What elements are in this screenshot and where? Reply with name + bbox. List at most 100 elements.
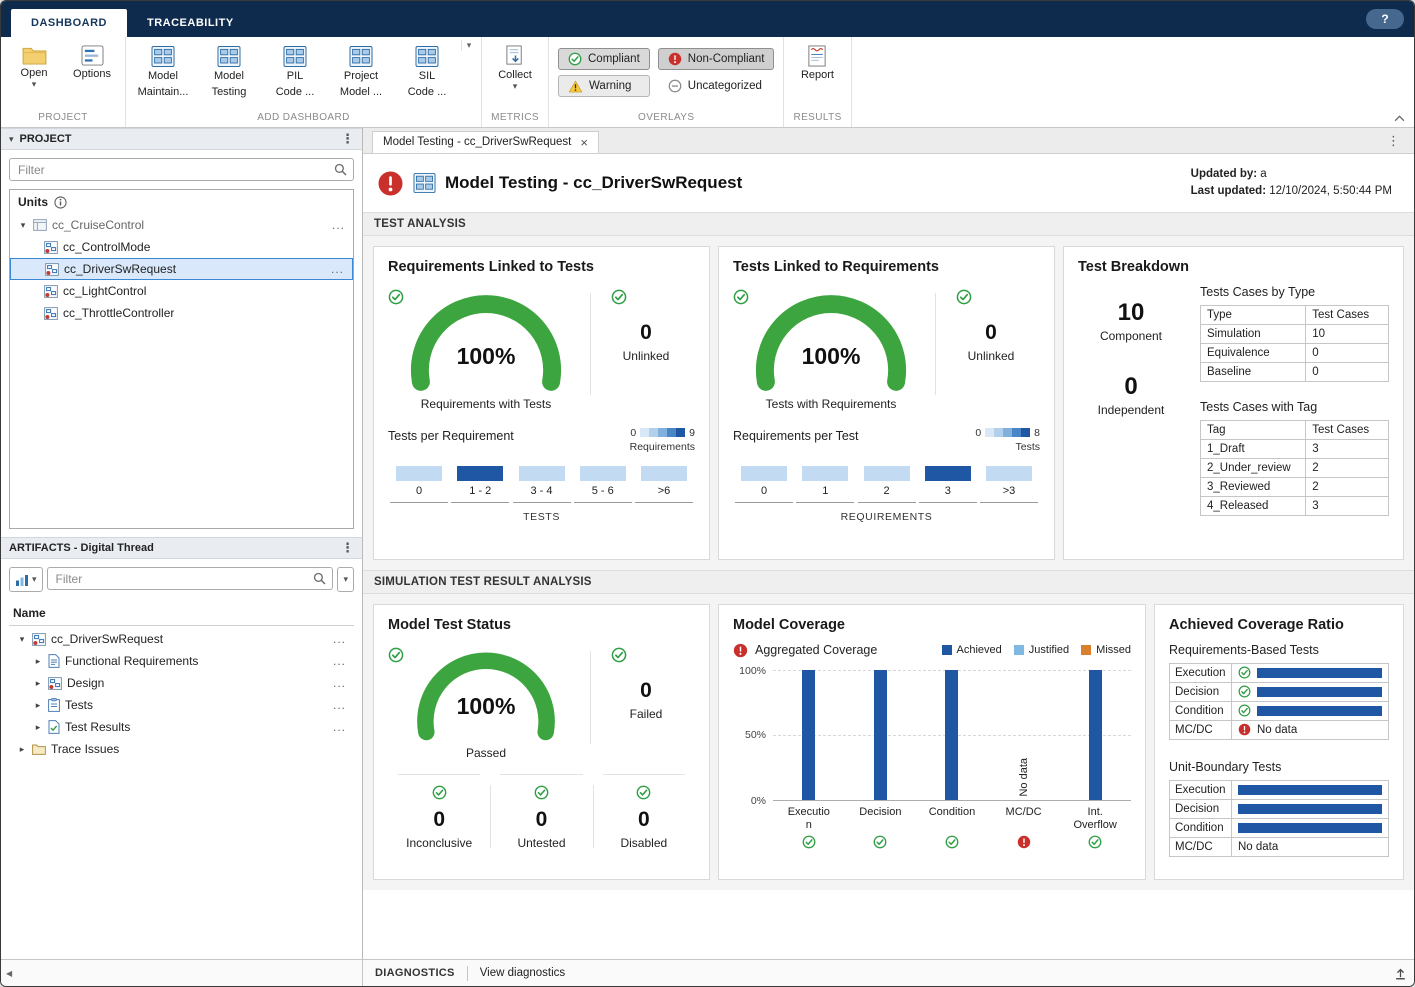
hist-bar [579, 465, 626, 481]
untested-label: Untested [517, 835, 566, 850]
axis-tick-line [735, 501, 793, 503]
chevron-right-icon[interactable]: ▸ [33, 656, 43, 667]
add-model-maintainability-button[interactable]: Model Maintain... [131, 40, 195, 102]
hist-bin-label: 3 - 4 [530, 484, 553, 497]
artifact-view-dropdown[interactable]: ▾ [9, 567, 43, 592]
row-menu-button[interactable]: ... [333, 632, 350, 646]
gauge-value: 100% [801, 342, 861, 369]
tree-item-cc-throttlecontroller[interactable]: cc_ThrottleController [10, 302, 353, 324]
artifacts-panel-menu-icon[interactable]: ⋮ [341, 540, 354, 556]
close-icon[interactable]: × [580, 136, 588, 149]
trace-issues-icon [32, 743, 46, 755]
row-menu-button[interactable]: ... [332, 218, 349, 232]
pass-icon [636, 785, 651, 800]
axis-tick-line [451, 501, 510, 503]
chevron-right-icon[interactable]: ▸ [17, 744, 27, 755]
ratio-row: Condition [1169, 700, 1389, 721]
inconclusive-label: Inconclusive [406, 835, 473, 850]
tree-item-cc-driverswrequest[interactable]: cc_DriverSwRequest ... [10, 258, 353, 280]
tree-item-test-results[interactable]: ▸ Test Results ... [9, 716, 354, 738]
add-model-testing-button[interactable]: Model Testing [197, 40, 261, 102]
requirements-based-title: Requirements-Based Tests [1169, 642, 1319, 657]
tabbar-menu-icon[interactable]: ⋮ [1387, 133, 1400, 149]
tree-item-trace-issues[interactable]: ▸ Trace Issues [9, 738, 354, 760]
tree-item-cc-driverswrequest-root[interactable]: ▾ cc_DriverSwRequest ... [9, 628, 354, 650]
hist-bin-label: 1 - 2 [469, 484, 492, 497]
disabled-label: Disabled [620, 835, 668, 850]
overlay-uncategorized-toggle[interactable]: Uncategorized [658, 75, 775, 97]
project-panel-header[interactable]: ▾ PROJECT ⋮ [1, 128, 362, 150]
coverage-bar-condition [945, 669, 959, 800]
chevron-down-icon[interactable]: ▾ [17, 634, 27, 645]
chevron-down-icon: ▾ [32, 574, 37, 584]
axis-tick-line [573, 501, 632, 503]
artifacts-panel-header[interactable]: ARTIFACTS - Digital Thread ⋮ [1, 537, 362, 559]
gauge-value: 100% [456, 342, 516, 369]
info-icon[interactable] [54, 196, 67, 209]
noncompliant-error-icon [668, 52, 682, 66]
hist-bin: 3 - 4 [512, 465, 571, 503]
table-row: 3_Reviewed 2 [1199, 476, 1389, 497]
tests-per-requirement-histogram: 0 1 - 2 3 - 4 5 - 6 >6 [388, 465, 695, 503]
row-menu-button[interactable]: ... [331, 262, 348, 276]
ratio-row: MC/DC No data [1169, 836, 1389, 857]
requirements-per-test-histogram: 0 1 2 3 >3 [733, 465, 1040, 503]
row-menu-button[interactable]: ... [333, 676, 350, 690]
no-data-label: No data [1238, 840, 1279, 853]
pass-icon [1238, 704, 1251, 717]
document-tab[interactable]: Model Testing - cc_DriverSwRequest × [372, 131, 599, 153]
overlay-noncompliant-toggle[interactable]: Non-Compliant [657, 48, 775, 70]
scroll-left-icon[interactable]: ◀ [6, 969, 12, 978]
divider [590, 650, 591, 744]
card-title: Model Test Status [388, 616, 511, 633]
add-project-model-button[interactable]: Project Model ... [329, 40, 393, 102]
row-menu-button[interactable]: ... [333, 698, 350, 712]
chevron-down-icon[interactable]: ▾ [18, 220, 28, 231]
card-title: Tests Linked to Requirements [733, 258, 939, 275]
tree-item-tests[interactable]: ▸ Tests ... [9, 694, 354, 716]
overlay-warning-toggle[interactable]: Warning [558, 75, 650, 97]
sim-analysis-body: Model Test Status 100% Passed 0 Failed 0… [363, 593, 1414, 890]
add-pil-code-button[interactable]: PIL Code ... [263, 40, 327, 102]
unlinked-value: 0 [985, 320, 997, 344]
dashboard-icon [217, 45, 241, 68]
collapse-ribbon-button[interactable] [1394, 115, 1405, 122]
chevron-right-icon[interactable]: ▸ [33, 722, 43, 733]
options-button[interactable]: Options [64, 40, 120, 82]
tab-dashboard[interactable]: DASHBOARD [11, 9, 127, 37]
chevron-right-icon[interactable]: ▸ [33, 678, 43, 689]
scale-label: Requirements [629, 440, 695, 453]
tree-item-functional-requirements[interactable]: ▸ Functional Requirements ... [9, 650, 354, 672]
units-header: Units [10, 190, 353, 212]
model-icon [44, 307, 58, 320]
artifacts-toolbar: ▾ ▾ [9, 567, 354, 592]
pass-icon [432, 785, 447, 800]
page-title: Model Testing - cc_DriverSwRequest [445, 173, 743, 193]
project-panel-menu-icon[interactable]: ⋮ [341, 131, 354, 147]
project-filter-input[interactable] [9, 158, 354, 181]
popout-button[interactable] [1394, 967, 1407, 980]
report-button[interactable]: Report [789, 40, 845, 83]
hist-bar [986, 465, 1032, 481]
gallery-expand-button[interactable]: ▾ [461, 40, 476, 51]
overlay-compliant-toggle[interactable]: Compliant [558, 48, 650, 70]
collect-button[interactable]: Collect ▾ [487, 40, 543, 91]
row-menu-button[interactable]: ... [333, 654, 350, 668]
tree-item-cc-cruisecontrol[interactable]: ▾ cc_CruiseControl ... [10, 214, 353, 236]
artifacts-filter-input[interactable] [46, 567, 334, 590]
help-button[interactable]: ? [1366, 9, 1404, 29]
open-button[interactable]: Open ▾ [6, 40, 62, 89]
name-column-header[interactable]: Name [9, 602, 354, 626]
gauge-label: Tests with Requirements [765, 396, 897, 411]
dashboard-icon [151, 45, 175, 68]
tree-item-design[interactable]: ▸ Design ... [9, 672, 354, 694]
tree-item-cc-controlmode[interactable]: cc_ControlMode [10, 236, 353, 258]
chevron-right-icon[interactable]: ▸ [33, 700, 43, 711]
filter-options-dropdown[interactable]: ▾ [337, 567, 354, 592]
add-sil-code-button[interactable]: SIL Code ... [395, 40, 459, 102]
row-menu-button[interactable]: ... [333, 720, 350, 734]
tab-traceability[interactable]: TRACEABILITY [127, 9, 254, 37]
tree-item-cc-lightcontrol[interactable]: cc_LightControl [10, 280, 353, 302]
view-diagnostics-link[interactable]: View diagnostics [468, 967, 577, 979]
disabled-stat: 0 Disabled [592, 773, 685, 850]
